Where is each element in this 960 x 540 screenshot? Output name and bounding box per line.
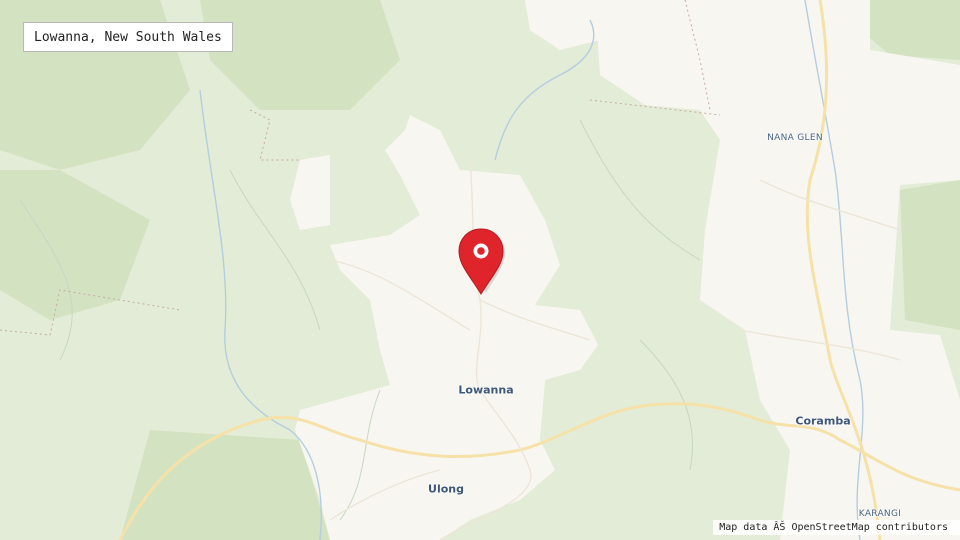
place-label-nana-glen: NANA GLEN xyxy=(767,133,823,143)
map-attribution[interactable]: Map data ÂŠ OpenStreetMap contributors xyxy=(713,520,960,535)
place-label-ulong: Ulong xyxy=(428,482,464,496)
place-label-coramba: Coramba xyxy=(795,414,851,428)
location-title: Lowanna, New South Wales xyxy=(23,22,233,52)
place-label-lowanna: Lowanna xyxy=(458,383,514,397)
place-label-karangi: KARANGI xyxy=(858,509,902,519)
